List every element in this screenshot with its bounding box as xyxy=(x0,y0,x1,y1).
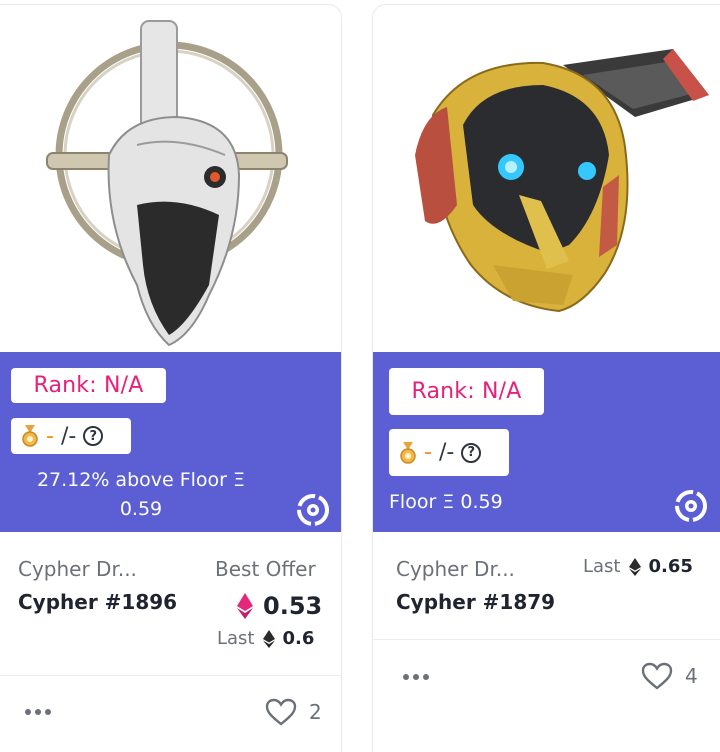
nft-card-1896[interactable]: Rank: N/A - /- ? 27.12% above Floor Ξ 0.… xyxy=(0,4,342,752)
like-count: 2 xyxy=(309,700,322,724)
best-offer-value: 0.53 xyxy=(263,592,323,620)
rank-label: Rank: N/A xyxy=(33,373,144,398)
ethereum-pink-icon xyxy=(237,593,253,619)
heart-icon xyxy=(265,698,297,726)
cypher-drone-yellow-helmet-image xyxy=(415,49,709,313)
score-dash: - xyxy=(424,440,432,465)
score-ratio: /- xyxy=(60,423,77,449)
collection-name[interactable]: Cypher Dr... xyxy=(396,557,515,581)
heart-icon xyxy=(641,662,673,690)
best-offer-price: 0.53 xyxy=(237,592,322,620)
cypher-drone-white-helmet-image xyxy=(46,20,288,347)
question-circle-icon[interactable]: ? xyxy=(461,442,482,463)
rank-panel: Rank: N/A - /- ? Floor Ξ 0.59 xyxy=(373,352,720,532)
floor-comparison-line1: 27.12% above Floor Ξ xyxy=(36,469,246,491)
rarity-score-badge[interactable]: - /- ? xyxy=(11,418,131,454)
medal-icon xyxy=(22,425,38,447)
ethereum-black-icon xyxy=(628,557,641,576)
rank-badge[interactable]: Rank: N/A xyxy=(11,368,166,403)
card-footer: 4 xyxy=(373,640,720,730)
marketplace-logo-icon[interactable] xyxy=(675,490,707,522)
rank-badge[interactable]: Rank: N/A xyxy=(389,368,544,415)
nft-title[interactable]: Cypher #1879 xyxy=(396,590,555,614)
score-dash: - xyxy=(46,423,54,449)
card-footer: 2 xyxy=(0,676,341,752)
marketplace-logo-icon[interactable] xyxy=(297,494,329,526)
best-offer-label: Best Offer xyxy=(215,557,316,581)
last-sale-value: 0.6 xyxy=(282,628,315,649)
medal-icon xyxy=(400,441,416,464)
like-button[interactable]: 2 xyxy=(265,698,322,726)
question-circle-icon[interactable]: ? xyxy=(83,426,104,446)
more-dots-icon[interactable] xyxy=(25,709,51,715)
rank-label: Rank: N/A xyxy=(411,379,522,404)
last-sale: Last 0.65 xyxy=(583,556,693,577)
like-button[interactable]: 4 xyxy=(641,662,698,690)
rarity-score-badge[interactable]: - /- ? xyxy=(389,429,509,476)
floor-price: Floor Ξ 0.59 xyxy=(389,488,503,517)
more-dots-icon[interactable] xyxy=(403,674,429,680)
floor-comparison-line2: 0.59 xyxy=(119,498,163,520)
floor-comparison: 27.12% above Floor Ξ 0.59 xyxy=(29,466,253,524)
last-sale-value: 0.65 xyxy=(648,556,693,577)
floor-price-text: Floor Ξ 0.59 xyxy=(389,491,503,513)
nft-title[interactable]: Cypher #1896 xyxy=(18,590,177,614)
last-sale-label: Last xyxy=(217,628,255,649)
nft-image[interactable] xyxy=(0,5,341,352)
last-sale: Last 0.6 xyxy=(217,628,314,649)
like-count: 4 xyxy=(685,664,698,688)
last-sale-label: Last xyxy=(583,556,621,577)
score-ratio: /- xyxy=(438,440,455,465)
ethereum-black-icon xyxy=(262,629,275,648)
rank-panel: Rank: N/A - /- ? 27.12% above Floor Ξ 0.… xyxy=(0,352,341,532)
collection-name[interactable]: Cypher Dr... xyxy=(18,557,137,581)
nft-card-1879[interactable]: Rank: N/A - /- ? Floor Ξ 0.59 Cypher Dr.… xyxy=(372,4,720,752)
nft-image[interactable] xyxy=(373,5,720,352)
